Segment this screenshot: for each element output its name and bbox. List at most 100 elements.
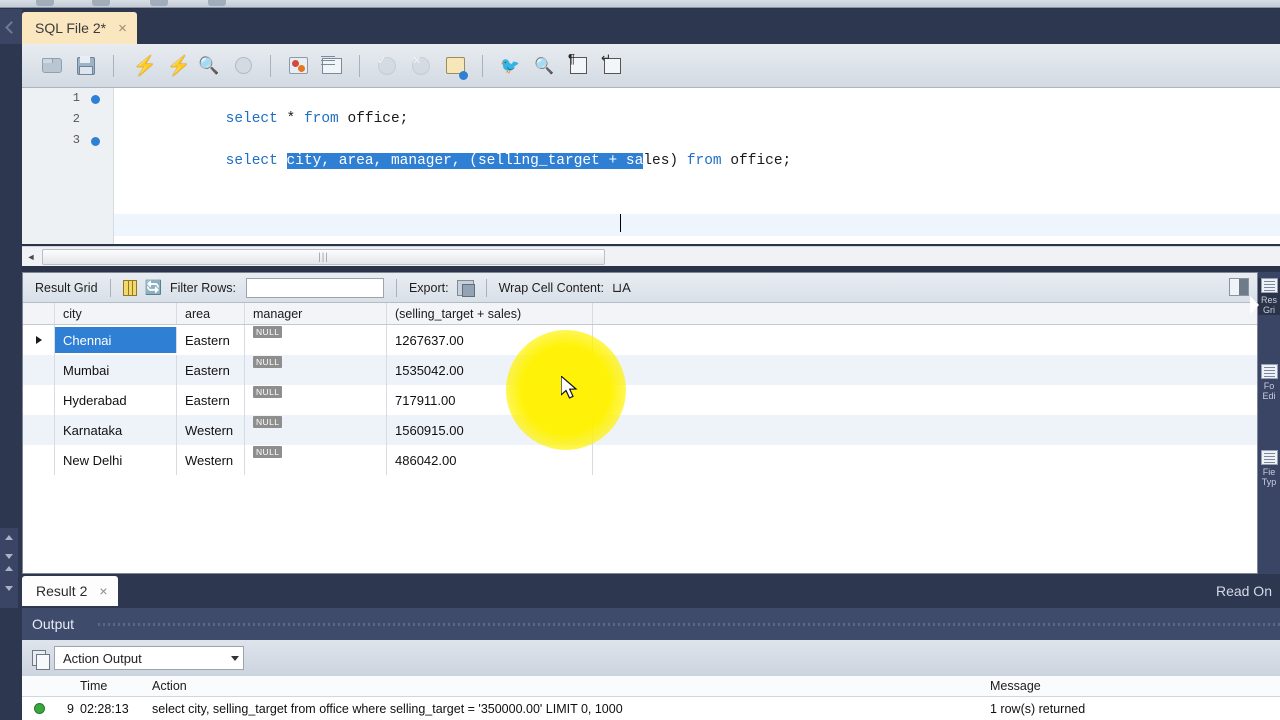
refresh-icon[interactable]: 🔄 bbox=[145, 279, 162, 296]
beautify-sql-button[interactable]: 🐦 bbox=[496, 52, 524, 80]
result-tab-label: Result 2 bbox=[36, 583, 88, 599]
cell-calc[interactable]: 717911.00 bbox=[387, 385, 593, 415]
statement-marker-icon[interactable] bbox=[91, 137, 100, 146]
scroll-up-icon[interactable] bbox=[5, 566, 13, 571]
scrollbar-thumb[interactable]: ||| bbox=[42, 249, 605, 265]
row-marker[interactable] bbox=[23, 355, 55, 385]
output-title-label: Output bbox=[32, 616, 75, 632]
tab-sql-file-2[interactable]: SQL File 2* × bbox=[22, 12, 137, 44]
code-line-3[interactable]: select city, area, manager, (selling_tar… bbox=[156, 130, 791, 169]
copy-icon[interactable] bbox=[32, 650, 50, 670]
grid-view-icon[interactable] bbox=[122, 279, 137, 296]
column-header-calc[interactable]: (selling_target + sales) bbox=[387, 303, 593, 324]
open-sql-script-button[interactable] bbox=[38, 52, 66, 80]
cell-area[interactable]: Eastern bbox=[177, 385, 245, 415]
output-view-select[interactable]: Action Output bbox=[54, 646, 244, 670]
table-row[interactable]: New Delhi Western NULL 486042.00 bbox=[23, 445, 1257, 475]
row-marker[interactable] bbox=[23, 445, 55, 475]
cell-calc[interactable]: 1267637.00 bbox=[387, 325, 593, 355]
cell-manager[interactable]: NULL bbox=[245, 385, 387, 415]
cell-city[interactable]: Hyderabad bbox=[55, 385, 177, 415]
global-toolbar-icon-2[interactable] bbox=[92, 0, 110, 6]
cell-area[interactable]: Eastern bbox=[177, 325, 245, 355]
cell-city[interactable]: New Delhi bbox=[55, 445, 177, 475]
close-icon[interactable]: × bbox=[118, 21, 127, 36]
table-row[interactable]: Hyderabad Eastern NULL 717911.00 bbox=[23, 385, 1257, 415]
commit-button[interactable] bbox=[373, 52, 401, 80]
rollback-button[interactable] bbox=[407, 52, 435, 80]
wrap-cell-icon[interactable]: ⊔A bbox=[612, 280, 631, 296]
cell-city[interactable]: Chennai bbox=[55, 327, 177, 353]
scroll-down-icon[interactable] bbox=[5, 554, 13, 559]
global-toolbar-icon-4[interactable] bbox=[208, 0, 226, 6]
cell-manager[interactable]: NULL bbox=[245, 445, 387, 475]
wrap-lines-button[interactable] bbox=[598, 52, 626, 80]
result-tab-scroll-nub[interactable] bbox=[0, 560, 18, 608]
autocommit-icon bbox=[445, 57, 465, 74]
global-toolbar-icon-1[interactable] bbox=[36, 0, 54, 6]
column-header-manager[interactable]: manager bbox=[245, 303, 387, 324]
stop-execution-button[interactable] bbox=[229, 52, 257, 80]
tab-scroll-left-button[interactable] bbox=[0, 9, 22, 44]
cell-calc[interactable]: 486042.00 bbox=[387, 445, 593, 475]
code-token: select bbox=[225, 153, 287, 169]
table-row[interactable]: Karnataka Western NULL 1560915.00 bbox=[23, 415, 1257, 445]
output-row[interactable]: 9 02:28:13 select city, selling_target f… bbox=[22, 697, 1280, 720]
result-view-sidebar: Res Gri Fo Edi Fie Typ bbox=[1250, 272, 1280, 574]
toggle-limit-rows-button[interactable] bbox=[318, 52, 346, 80]
row-marker[interactable] bbox=[23, 325, 55, 355]
sidebar-item-label: Edi bbox=[1262, 391, 1276, 401]
toggle-autocommit-button[interactable] bbox=[441, 52, 469, 80]
cell-manager[interactable]: NULL bbox=[245, 415, 387, 445]
table-row[interactable]: Mumbai Eastern NULL 1535042.00 bbox=[23, 355, 1257, 385]
column-header-area[interactable]: area bbox=[177, 303, 245, 324]
sidebar-item-result-grid[interactable]: Res Gri bbox=[1250, 278, 1280, 315]
line-number: 2 bbox=[72, 112, 80, 126]
column-header-city[interactable]: city bbox=[55, 303, 177, 324]
cell-area[interactable]: Western bbox=[177, 445, 245, 475]
cell-calc[interactable]: 1535042.00 bbox=[387, 355, 593, 385]
sql-editor[interactable]: 1 2 3 select * from office; select city,… bbox=[22, 88, 1280, 244]
execute-statement-button[interactable] bbox=[127, 52, 157, 80]
cell-city[interactable]: Karnataka bbox=[55, 415, 177, 445]
save-sql-script-button[interactable] bbox=[72, 52, 100, 80]
export-icon[interactable] bbox=[456, 279, 475, 297]
scroll-down-icon[interactable] bbox=[5, 586, 13, 591]
text-caret bbox=[620, 214, 621, 232]
toggle-stop-on-error-button[interactable] bbox=[284, 52, 312, 80]
code-line-1[interactable]: select * from office; bbox=[156, 88, 409, 127]
toggle-invisible-chars-button[interactable] bbox=[564, 52, 592, 80]
gutter-line-1: 1 bbox=[22, 88, 114, 109]
wrap-arrow-icon bbox=[603, 57, 621, 74]
statement-marker-icon[interactable] bbox=[91, 95, 100, 104]
scroll-up-icon[interactable] bbox=[5, 535, 13, 540]
sidebar-item-field-types[interactable]: Fie Typ bbox=[1258, 450, 1280, 487]
cell-area[interactable]: Eastern bbox=[177, 355, 245, 385]
cell-city[interactable]: Mumbai bbox=[55, 355, 177, 385]
find-button[interactable]: 🔍 bbox=[530, 52, 558, 80]
execute-current-statement-button[interactable] bbox=[161, 52, 191, 80]
row-marker[interactable] bbox=[23, 385, 55, 415]
code-area[interactable]: select * from office; select city, area,… bbox=[114, 88, 1280, 244]
tab-result-2[interactable]: Result 2 × bbox=[22, 576, 118, 606]
cell-manager[interactable]: NULL bbox=[245, 355, 387, 385]
editor-horizontal-scrollbar[interactable]: ◄ ||| bbox=[22, 246, 1280, 266]
output-view-value: Action Output bbox=[63, 650, 142, 666]
cell-area[interactable]: Western bbox=[177, 415, 245, 445]
table-row[interactable]: Chennai Eastern NULL 1267637.00 bbox=[23, 325, 1257, 355]
scroll-left-icon[interactable]: ◄ bbox=[22, 248, 40, 266]
cell-calc[interactable]: 1560915.00 bbox=[387, 415, 593, 445]
global-toolbar-icon-3[interactable] bbox=[150, 0, 168, 6]
output-controls: Action Output bbox=[22, 640, 1280, 676]
editor-toolbar: 🔍 🐦 🔍 bbox=[22, 44, 1280, 88]
close-icon[interactable]: × bbox=[99, 583, 107, 599]
explain-statement-button[interactable]: 🔍 bbox=[195, 52, 223, 80]
code-token: office; bbox=[721, 153, 792, 169]
row-marker-header bbox=[23, 303, 55, 324]
toggle-sidebar-button[interactable] bbox=[1229, 278, 1249, 296]
row-marker[interactable] bbox=[23, 415, 55, 445]
left-edge-strip bbox=[0, 9, 22, 720]
cell-manager[interactable]: NULL bbox=[245, 325, 387, 355]
sidebar-item-form-editor[interactable]: Fo Edi bbox=[1258, 364, 1280, 401]
filter-rows-input[interactable] bbox=[245, 277, 384, 298]
